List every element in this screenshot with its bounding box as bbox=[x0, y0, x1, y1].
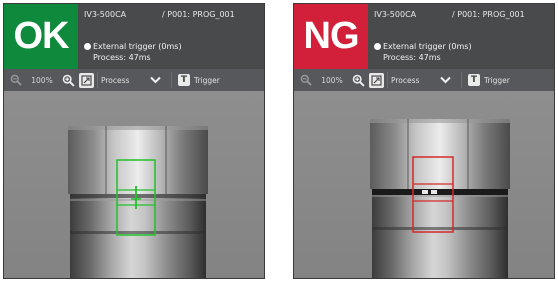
trigger-status: External trigger (0ms) bbox=[84, 42, 182, 51]
inspected-bolt-image bbox=[370, 119, 510, 278]
trigger-status: External trigger (0ms) bbox=[374, 42, 472, 51]
process-time: Process: 47ms bbox=[383, 53, 441, 62]
fit-to-window-icon bbox=[81, 74, 92, 86]
zoom-level: 100% bbox=[321, 75, 343, 85]
fit-to-window-button[interactable] bbox=[369, 72, 384, 88]
zoom-out-icon[interactable] bbox=[298, 72, 314, 88]
fit-to-window-icon bbox=[371, 74, 382, 86]
trigger-dot-icon bbox=[374, 43, 381, 50]
trigger-icon: T bbox=[178, 74, 190, 86]
sensor-model-label: IV3-500CA bbox=[374, 10, 417, 19]
zoom-level: 100% bbox=[31, 75, 53, 85]
image-toolbar: 100% Process T Trigger bbox=[4, 69, 264, 91]
camera-panel-ok: OK IV3-500CA / P001: PROG_001 External t… bbox=[3, 3, 265, 279]
zoom-out-icon[interactable] bbox=[8, 72, 24, 88]
camera-image-view[interactable] bbox=[4, 91, 264, 278]
trigger-status-text: External trigger (0ms) bbox=[383, 42, 472, 51]
process-time: Process: 47ms bbox=[93, 53, 151, 62]
view-mode-dropdown-button[interactable] bbox=[148, 72, 162, 88]
view-mode-dropdown-button[interactable] bbox=[438, 72, 452, 88]
status-bar: OK IV3-500CA / P001: PROG_001 External t… bbox=[4, 4, 264, 69]
camera-panel-ng: NG IV3-500CA / P001: PROG_001 External t… bbox=[293, 3, 555, 279]
trigger-icon: T bbox=[468, 74, 480, 86]
view-mode-select[interactable]: Process bbox=[97, 72, 145, 88]
chevron-down-icon bbox=[439, 76, 451, 84]
trigger-button[interactable]: T Trigger bbox=[461, 72, 510, 88]
camera-image-view[interactable] bbox=[294, 91, 554, 278]
chevron-down-icon bbox=[149, 76, 161, 84]
result-badge-ok: OK bbox=[4, 4, 78, 69]
result-badge-ng: NG bbox=[294, 4, 368, 69]
program-label: / P001: PROG_001 bbox=[162, 10, 235, 19]
trigger-button[interactable]: T Trigger bbox=[171, 72, 220, 88]
zoom-in-icon[interactable] bbox=[350, 72, 366, 88]
view-mode-select[interactable]: Process bbox=[387, 72, 435, 88]
trigger-dot-icon bbox=[84, 43, 91, 50]
sensor-model-label: IV3-500CA bbox=[84, 10, 127, 19]
program-label: / P001: PROG_001 bbox=[452, 10, 525, 19]
status-bar: NG IV3-500CA / P001: PROG_001 External t… bbox=[294, 4, 554, 69]
inspected-bolt-image bbox=[68, 126, 208, 278]
image-toolbar: 100% Process T Trigger bbox=[294, 69, 554, 91]
trigger-button-label: Trigger bbox=[484, 75, 510, 85]
trigger-status-text: External trigger (0ms) bbox=[93, 42, 182, 51]
trigger-button-label: Trigger bbox=[194, 75, 220, 85]
zoom-in-icon[interactable] bbox=[60, 72, 76, 88]
fit-to-window-button[interactable] bbox=[79, 72, 94, 88]
